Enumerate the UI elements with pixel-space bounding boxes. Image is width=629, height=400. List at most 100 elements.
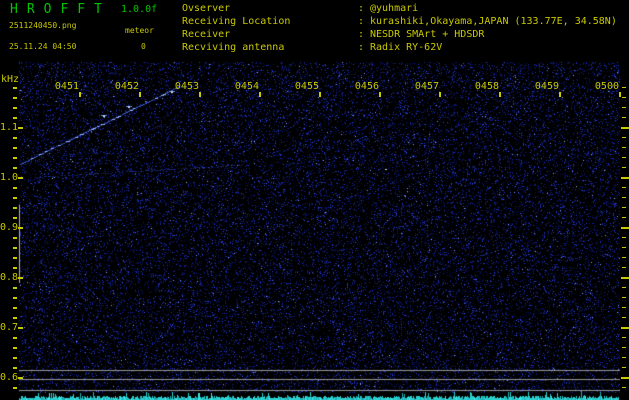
- time-tick-mark: [439, 92, 441, 97]
- freq-minor-tick-left: [13, 357, 17, 359]
- y-axis-unit-label: kHz: [1, 74, 20, 85]
- time-tick-label: 0453: [174, 81, 199, 92]
- freq-minor-tick-left: [13, 187, 17, 189]
- freq-minor-tick-right: [622, 337, 626, 338]
- freq-major-tick-right: [621, 127, 629, 129]
- freq-minor-tick-right: [622, 297, 626, 298]
- output-filename: 2511240450.png: [9, 21, 77, 30]
- freq-minor-tick-right: [622, 197, 626, 198]
- freq-tick-label: 0.9: [0, 222, 19, 233]
- meteor-count-value: 0: [141, 42, 146, 51]
- freq-major-tick-left: [18, 377, 23, 379]
- freq-minor-tick-right: [622, 217, 626, 218]
- freq-minor-tick-left: [13, 387, 17, 389]
- freq-minor-tick-right: [622, 307, 626, 308]
- freq-minor-tick-right: [622, 97, 626, 98]
- freq-minor-tick-right: [622, 317, 626, 318]
- freq-major-tick-right: [621, 377, 629, 379]
- freq-tick-label: 0.6: [0, 372, 19, 383]
- time-tick-mark: [79, 92, 81, 97]
- freq-minor-tick-left: [13, 287, 17, 289]
- freq-tick-label: 1.1: [0, 122, 19, 133]
- freq-minor-tick-left: [13, 307, 17, 309]
- time-tick-label: 0500: [594, 81, 619, 92]
- freq-minor-tick-right: [622, 87, 626, 88]
- time-tick-label: 0457: [414, 81, 439, 92]
- time-tick-mark: [559, 92, 561, 97]
- freq-minor-tick-right: [622, 237, 626, 238]
- freq-minor-tick-right: [622, 117, 626, 118]
- freq-minor-tick-right: [622, 357, 626, 358]
- info-value: @yuhmari: [370, 3, 419, 14]
- observation-datetime: 25.11.24 04:50: [9, 42, 77, 51]
- freq-minor-tick-right: [622, 257, 626, 258]
- freq-major-tick-right: [621, 277, 629, 279]
- hrofft-screenshot: HROFFT 1.0.0f 2511240450.png meteor 25.1…: [0, 0, 629, 400]
- time-tick-label: 0454: [234, 81, 259, 92]
- freq-tick-label: 0.7: [0, 322, 19, 333]
- receiver-info-row: Receiving Location: kurashiki,Okayama,JAP…: [182, 15, 617, 28]
- time-tick-label: 0458: [474, 81, 499, 92]
- freq-minor-tick-left: [13, 87, 17, 89]
- freq-tick-label: 1.0: [0, 172, 19, 183]
- freq-minor-tick-right: [622, 287, 626, 288]
- freq-minor-tick-left: [13, 97, 17, 99]
- freq-major-tick-left: [18, 327, 23, 329]
- freq-minor-tick-left: [13, 197, 17, 199]
- freq-tick-label: 0.8: [0, 272, 19, 283]
- info-colon: :: [358, 42, 365, 53]
- freq-major-tick-left: [18, 127, 23, 129]
- time-tick-mark: [139, 92, 141, 97]
- info-colon: :: [358, 16, 365, 27]
- time-tick-label: 0456: [354, 81, 379, 92]
- time-tick-mark: [319, 92, 321, 97]
- info-label: Recviving antenna: [182, 42, 285, 53]
- freq-minor-tick-left: [13, 147, 17, 149]
- freq-minor-tick-left: [13, 167, 17, 169]
- receiver-info-row: Receiver: NESDR SMArt + HDSDR: [182, 28, 617, 41]
- freq-minor-tick-right: [622, 347, 626, 348]
- time-tick-mark: [199, 92, 201, 97]
- freq-major-tick-left: [18, 277, 23, 279]
- time-tick-label: 0451: [54, 81, 79, 92]
- freq-minor-tick-right: [622, 367, 626, 368]
- app-version: 1.0.0f: [121, 4, 158, 15]
- time-tick-mark: [259, 92, 261, 97]
- freq-major-tick-left: [18, 177, 23, 179]
- freq-minor-tick-right: [622, 147, 626, 148]
- info-value: Radix RY-62V: [370, 42, 443, 53]
- time-tick-label: 0459: [534, 81, 559, 92]
- freq-minor-tick-right: [622, 187, 626, 188]
- freq-major-tick-left: [18, 227, 23, 229]
- freq-minor-tick-right: [622, 387, 626, 388]
- freq-minor-tick-right: [622, 137, 626, 138]
- info-label: Receiving Location: [182, 16, 291, 27]
- freq-minor-tick-right: [622, 107, 626, 108]
- time-tick-label: 0455: [294, 81, 319, 92]
- info-value: NESDR SMArt + HDSDR: [370, 29, 485, 40]
- freq-minor-tick-left: [13, 337, 17, 339]
- receiver-info-block: Ovserver: @yuhmari Receiving Location: kura…: [182, 2, 617, 54]
- freq-minor-tick-left: [13, 137, 17, 139]
- info-label: Receiver: [182, 29, 231, 40]
- time-tick-mark: [619, 92, 621, 97]
- freq-minor-tick-left: [13, 297, 17, 299]
- freq-minor-tick-left: [13, 117, 17, 119]
- info-label: Ovserver: [182, 3, 231, 14]
- freq-minor-tick-left: [13, 217, 17, 219]
- time-tick-mark: [499, 92, 501, 97]
- spectrogram-canvas: [0, 0, 629, 400]
- receiver-info-row: Recviving antenna: Radix RY-62V: [182, 41, 617, 54]
- freq-minor-tick-left: [13, 257, 17, 259]
- freq-minor-tick-right: [622, 207, 626, 208]
- freq-minor-tick-right: [622, 267, 626, 268]
- freq-minor-tick-left: [13, 107, 17, 109]
- freq-minor-tick-right: [622, 157, 626, 158]
- app-title: HROFFT: [10, 2, 111, 17]
- freq-major-tick-right: [621, 177, 629, 179]
- freq-minor-tick-right: [622, 247, 626, 248]
- freq-major-tick-right: [621, 227, 629, 229]
- info-colon: :: [358, 3, 365, 14]
- freq-minor-tick-left: [13, 317, 17, 319]
- freq-minor-tick-left: [13, 247, 17, 249]
